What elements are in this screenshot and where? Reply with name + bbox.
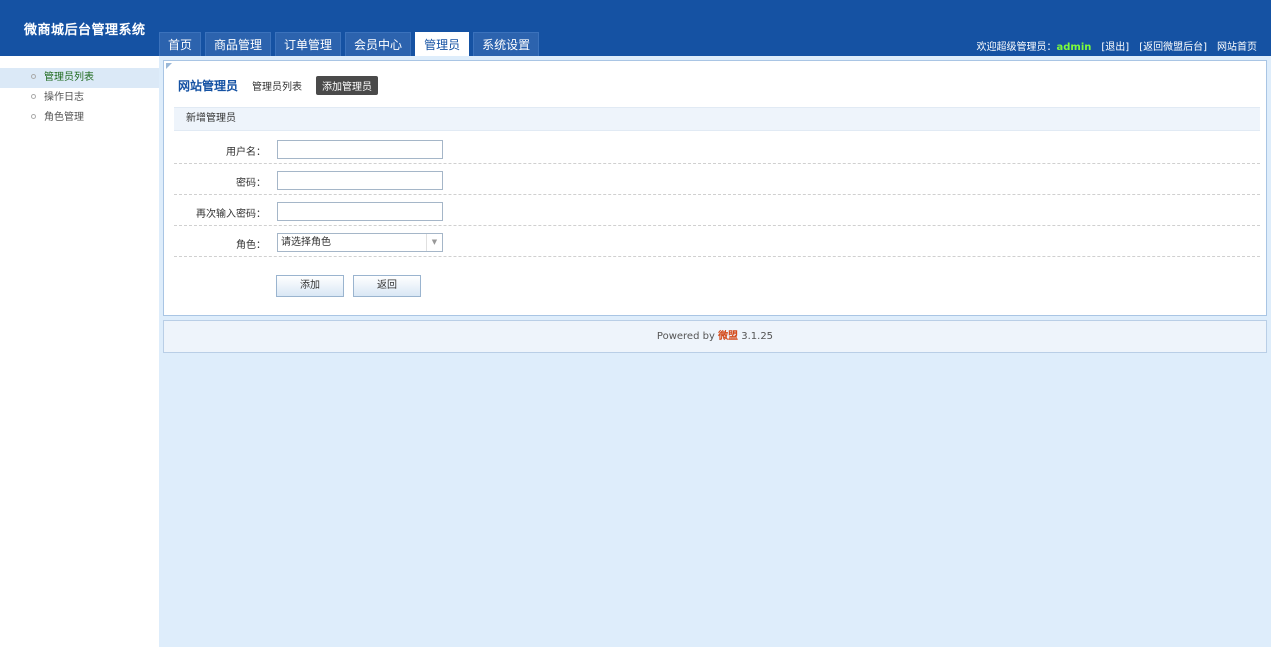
tab-products[interactable]: 商品管理 bbox=[205, 32, 272, 56]
panel-title: 网站管理员 bbox=[178, 78, 239, 93]
password-row: 密码： bbox=[174, 164, 1260, 195]
subtab-add-admin[interactable]: 添加管理员 bbox=[316, 75, 379, 95]
role-row: 角色： 请选择角色 ▼ bbox=[174, 226, 1260, 257]
sidebar-item-operation-log[interactable]: 操作日志 bbox=[0, 88, 159, 108]
footer: Powered by 微盟 3.1.25 bbox=[163, 320, 1267, 353]
role-select[interactable]: 请选择角色 ▼ bbox=[277, 233, 443, 252]
user-bar: 欢迎超级管理员：admin [退出] [返回微盟后台] 网站首页 bbox=[977, 38, 1258, 53]
back-button[interactable]: 返回 bbox=[353, 275, 421, 297]
tab-home[interactable]: 首页 bbox=[159, 32, 202, 56]
main-content: 网站管理员 管理员列表 添加管理员 新增管理员 用户名： 密码： 再次输入密码：… bbox=[159, 56, 1271, 647]
confirm-password-input[interactable] bbox=[277, 202, 443, 221]
chevron-down-icon: ▼ bbox=[426, 234, 442, 251]
top-nav: 首页 商品管理 订单管理 会员中心 管理员 系统设置 bbox=[159, 32, 540, 56]
tab-orders[interactable]: 订单管理 bbox=[275, 32, 342, 56]
bullet-icon bbox=[31, 94, 36, 99]
username-label: 用户名： bbox=[226, 147, 266, 158]
username-input[interactable] bbox=[277, 140, 443, 159]
back-to-weimob-link[interactable]: [返回微盟后台] bbox=[1139, 38, 1207, 53]
confirm-password-row: 再次输入密码： bbox=[174, 195, 1260, 226]
panel-header: 网站管理员 管理员列表 添加管理员 bbox=[178, 75, 379, 95]
sidebar: 管理员列表 操作日志 角色管理 bbox=[0, 56, 159, 647]
section-title: 新增管理员 bbox=[174, 107, 1260, 131]
sidebar-item-label: 角色管理 bbox=[44, 112, 84, 123]
role-label: 角色： bbox=[236, 240, 266, 251]
tab-settings[interactable]: 系统设置 bbox=[473, 32, 540, 56]
username: admin bbox=[1056, 42, 1092, 53]
subtab-admin-list[interactable]: 管理员列表 bbox=[252, 78, 302, 93]
footer-version: 3.1.25 bbox=[738, 331, 774, 342]
role-selected-value: 请选择角色 bbox=[281, 237, 331, 248]
sidebar-item-label: 管理员列表 bbox=[44, 72, 94, 83]
app-title: 微商城后台管理系统 bbox=[24, 23, 146, 38]
footer-prefix: Powered by bbox=[656, 331, 719, 342]
password-label: 密码： bbox=[236, 178, 266, 189]
sidebar-item-admin-list[interactable]: 管理员列表 bbox=[0, 68, 159, 88]
sidebar-item-roles[interactable]: 角色管理 bbox=[0, 108, 159, 128]
username-row: 用户名： bbox=[174, 133, 1260, 164]
tab-members[interactable]: 会员中心 bbox=[345, 32, 412, 56]
logout-link[interactable]: [退出] bbox=[1101, 38, 1129, 53]
top-header: 微商城后台管理系统 首页 商品管理 订单管理 会员中心 管理员 系统设置 欢迎超… bbox=[0, 0, 1271, 56]
tab-admins[interactable]: 管理员 bbox=[415, 32, 470, 56]
password-input[interactable] bbox=[277, 171, 443, 190]
confirm-password-label: 再次输入密码： bbox=[196, 209, 266, 220]
sidebar-item-label: 操作日志 bbox=[44, 92, 84, 103]
bullet-icon bbox=[31, 74, 36, 79]
footer-brand: 微盟 bbox=[718, 331, 739, 342]
site-home-link[interactable]: 网站首页 bbox=[1217, 38, 1257, 53]
corner-icon bbox=[166, 63, 172, 69]
bullet-icon bbox=[31, 114, 36, 119]
admin-panel: 网站管理员 管理员列表 添加管理员 新增管理员 用户名： 密码： 再次输入密码：… bbox=[163, 60, 1267, 316]
welcome-text: 欢迎超级管理员：admin bbox=[976, 42, 1092, 53]
add-button[interactable]: 添加 bbox=[276, 275, 344, 297]
